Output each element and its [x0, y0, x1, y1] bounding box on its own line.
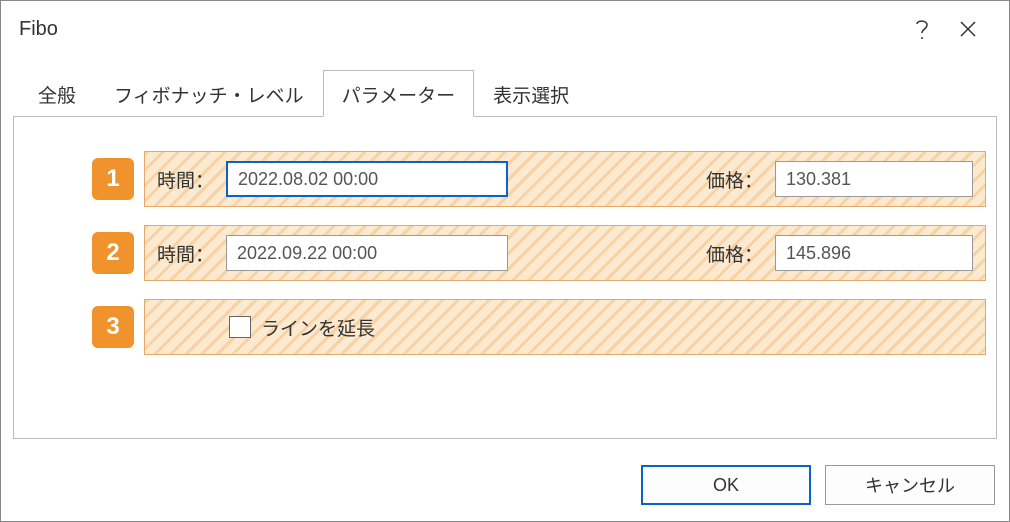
parameter-row-3: 3 ラインを延長: [24, 299, 986, 355]
price-label-1: 価格：: [706, 166, 763, 193]
extend-line-label: ラインを延長: [261, 314, 375, 341]
time-input-1[interactable]: [226, 161, 508, 197]
time-label-2: 時間：: [157, 240, 214, 267]
tab-strip: 全般 フィボナッチ・レベル パラメーター 表示選択: [13, 69, 997, 116]
highlight-row-3: ラインを延長: [144, 299, 986, 355]
highlight-row-1: 時間： 価格：: [144, 151, 986, 207]
close-button[interactable]: [945, 1, 991, 57]
client-area: 全般 フィボナッチ・レベル パラメーター 表示選択 1 時間： 価格：: [1, 57, 1009, 451]
ok-button[interactable]: OK: [641, 465, 811, 505]
tab-general[interactable]: 全般: [19, 70, 95, 117]
dialog-window: Fibo 全般 フィボナッチ・レベル パラメーター 表示選択: [0, 0, 1010, 522]
tab-parameters[interactable]: パラメーター: [323, 70, 474, 117]
parameter-row-2: 2 時間： 価格：: [24, 225, 986, 281]
price-input-2[interactable]: [775, 235, 973, 271]
extend-line-checkbox[interactable]: [229, 316, 251, 338]
help-button[interactable]: [899, 1, 945, 57]
tab-panel-parameters: 1 時間： 価格： 2 時間： 価: [13, 116, 997, 439]
row-badge-1: 1: [92, 158, 134, 200]
highlight-row-2: 時間： 価格：: [144, 225, 986, 281]
price-label-2: 価格：: [706, 240, 763, 267]
titlebar: Fibo: [1, 1, 1009, 57]
cancel-button[interactable]: キャンセル: [825, 465, 995, 505]
tab-display[interactable]: 表示選択: [474, 70, 588, 117]
parameter-row-1: 1 時間： 価格：: [24, 151, 986, 207]
close-icon: [958, 19, 978, 39]
time-label-1: 時間：: [157, 166, 214, 193]
time-input-2[interactable]: [226, 235, 508, 271]
button-bar: OK キャンセル: [1, 451, 1009, 521]
help-icon: [913, 17, 931, 41]
price-input-1[interactable]: [775, 161, 973, 197]
row-badge-2: 2: [92, 232, 134, 274]
row-badge-3: 3: [92, 306, 134, 348]
window-title: Fibo: [19, 18, 58, 41]
tab-levels[interactable]: フィボナッチ・レベル: [95, 70, 323, 117]
